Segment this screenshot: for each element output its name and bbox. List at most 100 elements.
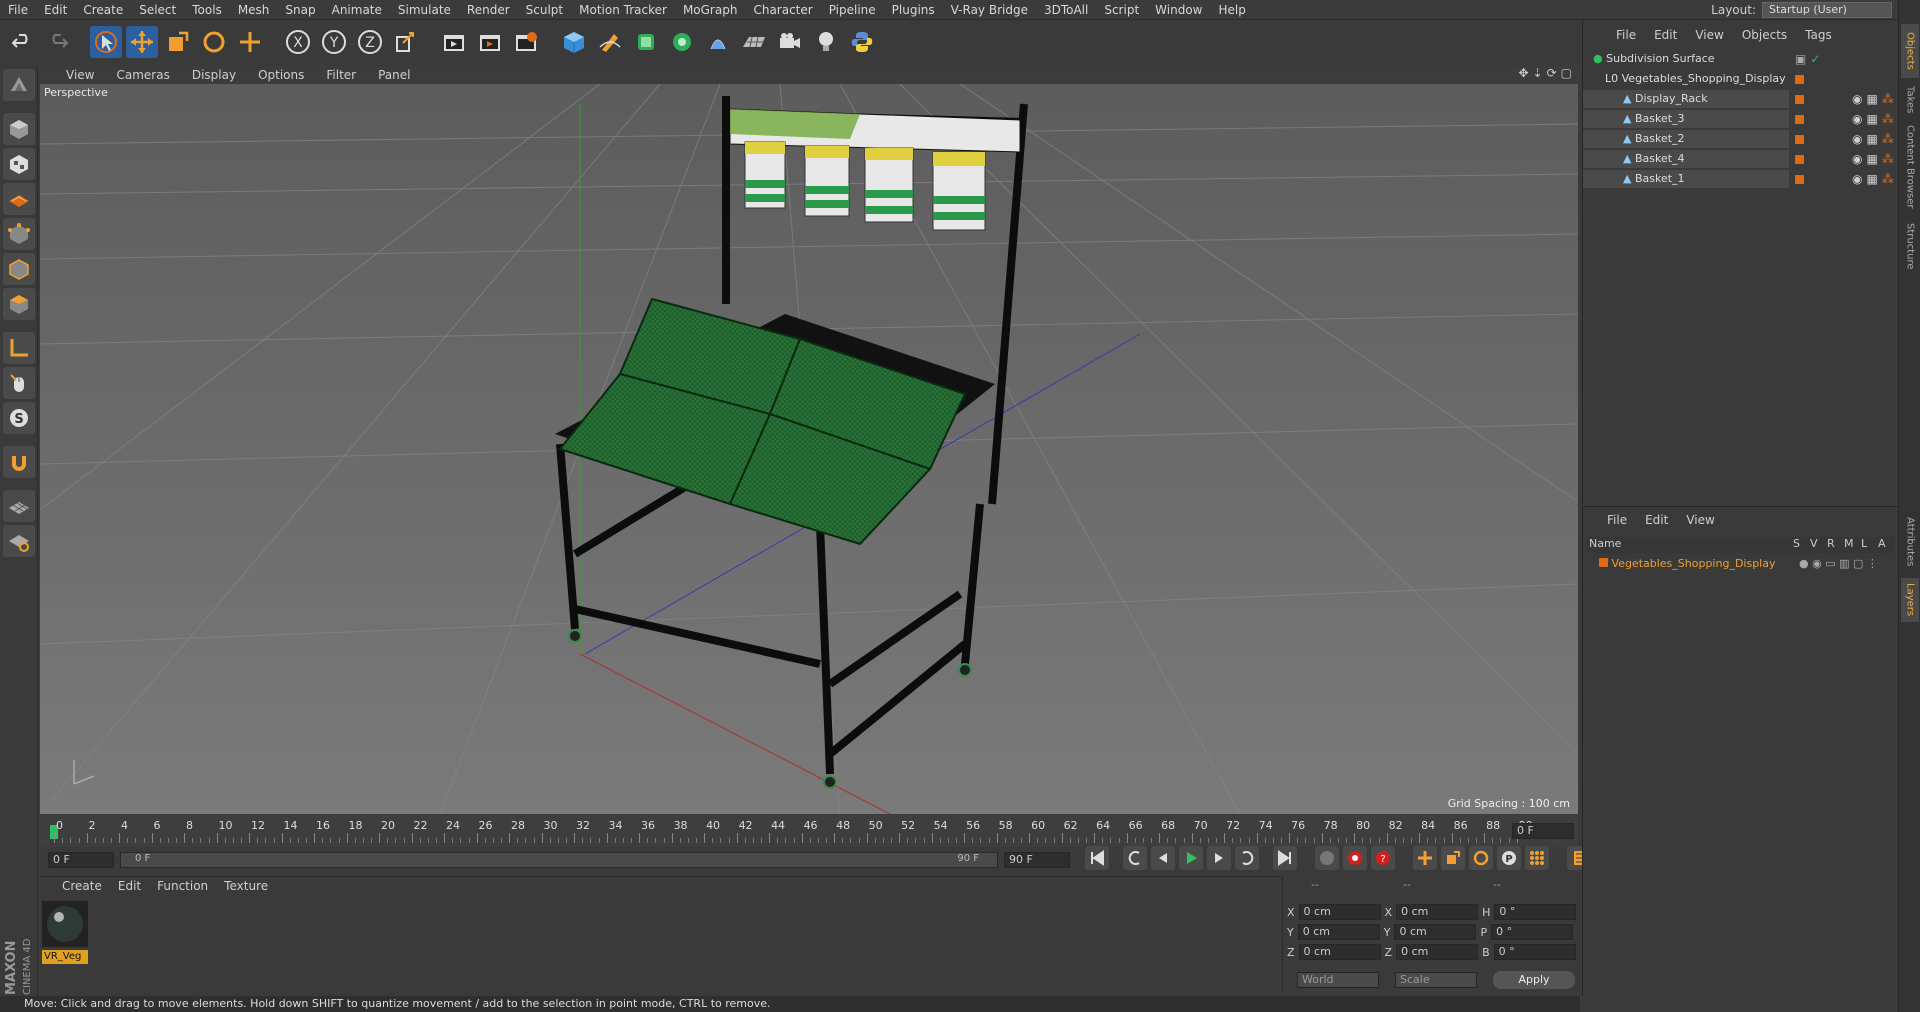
menu-plugins[interactable]: Plugins <box>884 3 943 17</box>
apply-button[interactable]: Apply <box>1493 971 1575 989</box>
next-frame-icon[interactable] <box>1207 846 1231 870</box>
make-editable-icon[interactable] <box>3 69 35 101</box>
texture-tag-icon[interactable]: ▦ <box>1866 92 1877 106</box>
menu-3dtoall[interactable]: 3DToAll <box>1036 3 1096 17</box>
menu-edit[interactable]: Edit <box>36 3 75 17</box>
selection-tag-icon[interactable]: ⁂ <box>1882 172 1894 186</box>
record-keys-icon[interactable] <box>1315 846 1339 870</box>
key-parameter-icon[interactable]: P <box>1497 846 1521 870</box>
array-icon[interactable] <box>666 26 698 58</box>
obj-menu-objects[interactable]: Objects <box>1733 28 1796 42</box>
texture-tag-icon[interactable]: ▦ <box>1866 132 1877 146</box>
rot-h-field[interactable]: 0 ° <box>1494 904 1577 920</box>
size-z-field[interactable]: 0 cm <box>1396 944 1479 960</box>
menu-vray-bridge[interactable]: V-Ray Bridge <box>943 3 1036 17</box>
timeline-ruler[interactable]: 0 2 4 6 8 10 12 14 16 18 20 22 24 26 28 30 32 34 36 38 40 42 4… <box>40 815 1578 847</box>
z-axis-button[interactable]: Z <box>354 26 386 58</box>
material-tag-icon[interactable]: ◉ <box>1852 132 1862 146</box>
cube-icon[interactable] <box>558 26 590 58</box>
mat-menu-create[interactable]: Create <box>54 879 110 893</box>
end-frame-field[interactable]: 90 F <box>1004 852 1070 868</box>
selection-tag-icon[interactable]: ⁂ <box>1882 92 1894 106</box>
layer-color-icon[interactable] <box>1795 94 1804 104</box>
pos-y-field[interactable]: 0 cm <box>1297 924 1380 940</box>
layer-row[interactable]: Vegetables_Shopping_Display ● ◉ ▭ ▥ ▢ ⋮ <box>1587 555 1895 573</box>
tab-layers[interactable]: Layers <box>1901 578 1919 622</box>
prev-key-icon[interactable] <box>1123 846 1147 870</box>
layer-color-icon[interactable] <box>1795 114 1804 124</box>
menu-window[interactable]: Window <box>1147 3 1210 17</box>
object-row-basket-3[interactable]: ▲ Basket_3 <box>1583 110 1789 128</box>
enabled-check-icon[interactable]: ✓ <box>1810 52 1820 66</box>
pan-icon[interactable]: ✥ <box>1518 66 1528 80</box>
goto-start-icon[interactable] <box>1085 846 1109 870</box>
mat-menu-edit[interactable]: Edit <box>110 879 149 893</box>
start-frame-field[interactable]: 0 F <box>48 852 114 868</box>
dolly-icon[interactable]: ⇣ <box>1533 66 1543 80</box>
range-slider[interactable]: 0 F 90 F <box>120 852 998 868</box>
rot-b-field[interactable]: 0 ° <box>1493 944 1576 960</box>
size-x-field[interactable]: 0 cm <box>1396 904 1479 920</box>
world-dropdown[interactable]: World <box>1297 972 1379 988</box>
size-y-field[interactable]: 0 cm <box>1394 924 1477 940</box>
key-position-icon[interactable] <box>1413 846 1437 870</box>
layer-color-icon[interactable] <box>1795 134 1804 144</box>
menu-script[interactable]: Script <box>1096 3 1147 17</box>
maximize-icon[interactable]: ▢ <box>1561 66 1572 80</box>
vp-menu-options[interactable]: Options <box>247 68 315 82</box>
model-mode-icon[interactable] <box>3 113 35 145</box>
menu-file[interactable]: File <box>0 3 36 17</box>
texture-tag-icon[interactable]: ▦ <box>1866 152 1877 166</box>
polygons-mode-icon[interactable] <box>3 288 35 320</box>
menu-create[interactable]: Create <box>75 3 131 17</box>
layer-color-icon[interactable] <box>1795 154 1804 164</box>
material-tag-icon[interactable]: ◉ <box>1852 172 1862 186</box>
material-tile[interactable]: VR_Veg <box>42 901 88 964</box>
object-row-subdivision-surface[interactable]: ● Subdivision Surface <box>1583 50 1789 68</box>
edges-mode-icon[interactable] <box>3 253 35 285</box>
layer-color-icon[interactable] <box>1795 74 1804 84</box>
coordinate-system-icon[interactable] <box>390 26 422 58</box>
prev-frame-icon[interactable] <box>1151 846 1175 870</box>
menu-pipeline[interactable]: Pipeline <box>821 3 884 17</box>
add-icon[interactable] <box>234 26 266 58</box>
object-row-basket-4[interactable]: ▲ Basket_4 <box>1583 150 1789 168</box>
orbit-icon[interactable]: ⟳ <box>1547 66 1557 80</box>
magnet-icon[interactable] <box>3 446 35 478</box>
goto-end-icon[interactable] <box>1273 846 1297 870</box>
menu-character[interactable]: Character <box>745 3 820 17</box>
texture-mode-icon[interactable] <box>3 148 35 180</box>
tweak-icon[interactable] <box>3 367 35 399</box>
rot-p-field[interactable]: 0 ° <box>1491 924 1574 940</box>
rotate-icon[interactable] <box>198 26 230 58</box>
object-row-vegetables-display[interactable]: L0 Vegetables_Shopping_Display <box>1583 70 1789 88</box>
locked-workplane-icon[interactable] <box>3 525 35 557</box>
move-icon[interactable] <box>126 26 158 58</box>
tab-objects[interactable]: Objects <box>1901 24 1919 78</box>
tab-takes[interactable]: Takes <box>1901 82 1919 118</box>
redo-icon[interactable] <box>42 26 74 58</box>
tab-attributes[interactable]: Attributes <box>1901 510 1919 574</box>
next-key-icon[interactable] <box>1235 846 1259 870</box>
menu-render[interactable]: Render <box>459 3 518 17</box>
mat-menu-function[interactable]: Function <box>149 879 216 893</box>
obj-menu-file[interactable]: File <box>1607 28 1645 42</box>
workplane-icon[interactable] <box>3 490 35 522</box>
vp-menu-view[interactable]: View <box>40 68 105 82</box>
edit-render-settings-icon[interactable] <box>510 26 542 58</box>
key-pla-icon[interactable] <box>1525 846 1549 870</box>
selection-tag-icon[interactable]: ⁂ <box>1882 152 1894 166</box>
axis-mode-icon[interactable] <box>3 332 35 364</box>
object-row-display-rack[interactable]: ▲ Display_Rack <box>1583 90 1789 108</box>
scale-icon[interactable] <box>162 26 194 58</box>
tab-content-browser[interactable]: Content Browser <box>1901 122 1919 212</box>
snap-button[interactable]: S <box>3 402 35 434</box>
play-icon[interactable] <box>1179 846 1203 870</box>
autokey-icon[interactable] <box>1343 846 1367 870</box>
selection-tag-icon[interactable]: ⁂ <box>1882 132 1894 146</box>
menu-motion-tracker[interactable]: Motion Tracker <box>571 3 675 17</box>
texture-axis-icon[interactable] <box>3 183 35 215</box>
deformer-icon[interactable] <box>702 26 734 58</box>
vp-menu-cameras[interactable]: Cameras <box>105 68 180 82</box>
material-tag-icon[interactable]: ◉ <box>1852 92 1862 106</box>
